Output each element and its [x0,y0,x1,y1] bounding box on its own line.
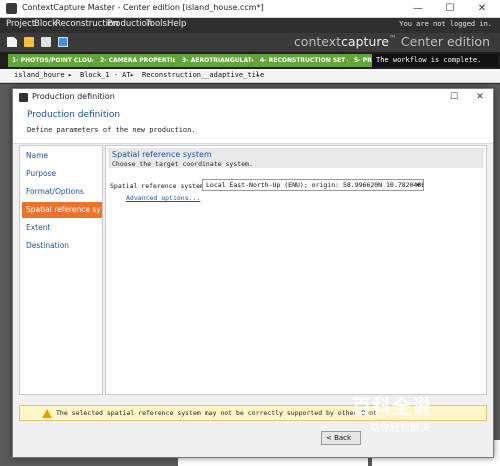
dropdown-arrow-icon: ▼ [416,182,420,189]
watermark-subtitle: 助你轻松解决 [370,423,430,434]
workflow-tooltip: The workflow is complete. [372,54,498,67]
step-photos[interactable]: 1- PHOTOS/POINT CLOUDS [8,54,94,67]
dialog-title: Production definition [32,92,115,101]
brand-context: context [293,34,342,49]
dialog-close-button[interactable]: ✕ [467,89,493,106]
nav-item-purpose[interactable]: Purpose [22,166,102,182]
breadcrumb-separator-icon: ▸ [68,71,73,79]
breadcrumb-separator-icon: ▸ [256,71,261,79]
menu-block[interactable]: Block [34,19,57,29]
crs-label: Spatial reference system: [110,182,208,190]
toolbar: contextcapture™ Center edition [0,33,500,52]
menu-help[interactable]: Help [167,19,186,29]
nav-item-destination[interactable]: Destination [22,238,102,254]
watermark: 百科全说 助你轻松解决 [352,392,462,440]
crs-select[interactable]: Local East-North-Up (ENU); origin: 58.99… [202,179,424,191]
nav-item-spatial-reference[interactable]: Spatial reference sy [22,202,102,218]
step-content: Spatial reference system Choose the targ… [105,145,487,395]
minimize-button[interactable]: — [404,0,432,18]
menu-project[interactable]: Project [6,19,35,29]
menu-bar: Project Block Reconstruction Production … [0,18,500,33]
menu-tools[interactable]: Tools [146,19,167,29]
app-logo-icon [6,3,17,14]
maximize-button[interactable]: ☐ [436,0,464,18]
advanced-options-link[interactable]: Advanced options... [126,194,200,202]
warning-text: The selected spatial reference system ma… [56,409,377,417]
dialog-header: Production definition Define parameters … [13,106,493,144]
brand-tm: ™ [388,34,397,43]
open-folder-icon[interactable] [24,37,34,47]
section-title: Spatial reference system [112,150,212,159]
screenshot-icon[interactable] [58,37,68,47]
section-subtitle: Choose the target coordinate system. [112,160,253,168]
breadcrumb-block[interactable]: Block_1 - AT [80,71,131,79]
crs-select-value: Local East-North-Up (ENU); origin: 58.99… [206,181,424,189]
dialog-header-subtitle: Define parameters of the new production. [27,126,196,134]
brand-capture: capture [341,34,389,49]
nav-item-extent[interactable]: Extent [22,220,102,236]
dialog-maximize-button[interactable]: ☐ [441,89,467,106]
watermark-title: 百科全说 [352,396,433,418]
dialog-app-icon [19,93,28,102]
warning-icon [42,409,52,418]
brand-logo: contextcapture™ Center edition [294,34,490,49]
dialog-title-bar: Production definition ☐ ✕ [13,89,493,106]
breadcrumb-reconstruction[interactable]: Reconstruction__adaptive_tile [142,71,264,79]
section-header: Spatial reference system Choose the targ… [108,148,484,168]
dialog-header-title: Production definition [27,110,121,120]
new-project-icon[interactable] [7,37,17,47]
brand-edition: Center edition [400,34,490,49]
window-title: ContextCapture Master - Center edition [… [22,3,264,12]
step-navigation: Name Purpose Format/Options Spatial refe… [19,145,103,395]
nav-item-name[interactable]: Name [22,148,102,164]
breadcrumb-project[interactable]: island_houre [14,71,65,79]
breadcrumb-separator-icon: ▸ [130,71,135,79]
breadcrumb: island_houre ▸ Block_1 - AT ▸ Reconstruc… [0,69,500,83]
step-aerotriangulation[interactable]: 3- AEROTRIANGULATION [170,54,254,67]
main-title-bar: ContextCapture Master - Center edition [… [0,0,500,18]
nav-item-format-options[interactable]: Format/Options [22,184,102,200]
step-reconstruction-settings[interactable]: 4- RECONSTRUCTION SETTINGS [248,54,348,67]
step-camera-properties[interactable]: 2- CAMERA PROPERTIES [88,54,176,67]
login-status[interactable]: You are not logged in. [399,20,492,28]
save-icon[interactable] [41,37,51,47]
close-button[interactable]: ✕ [468,0,496,18]
